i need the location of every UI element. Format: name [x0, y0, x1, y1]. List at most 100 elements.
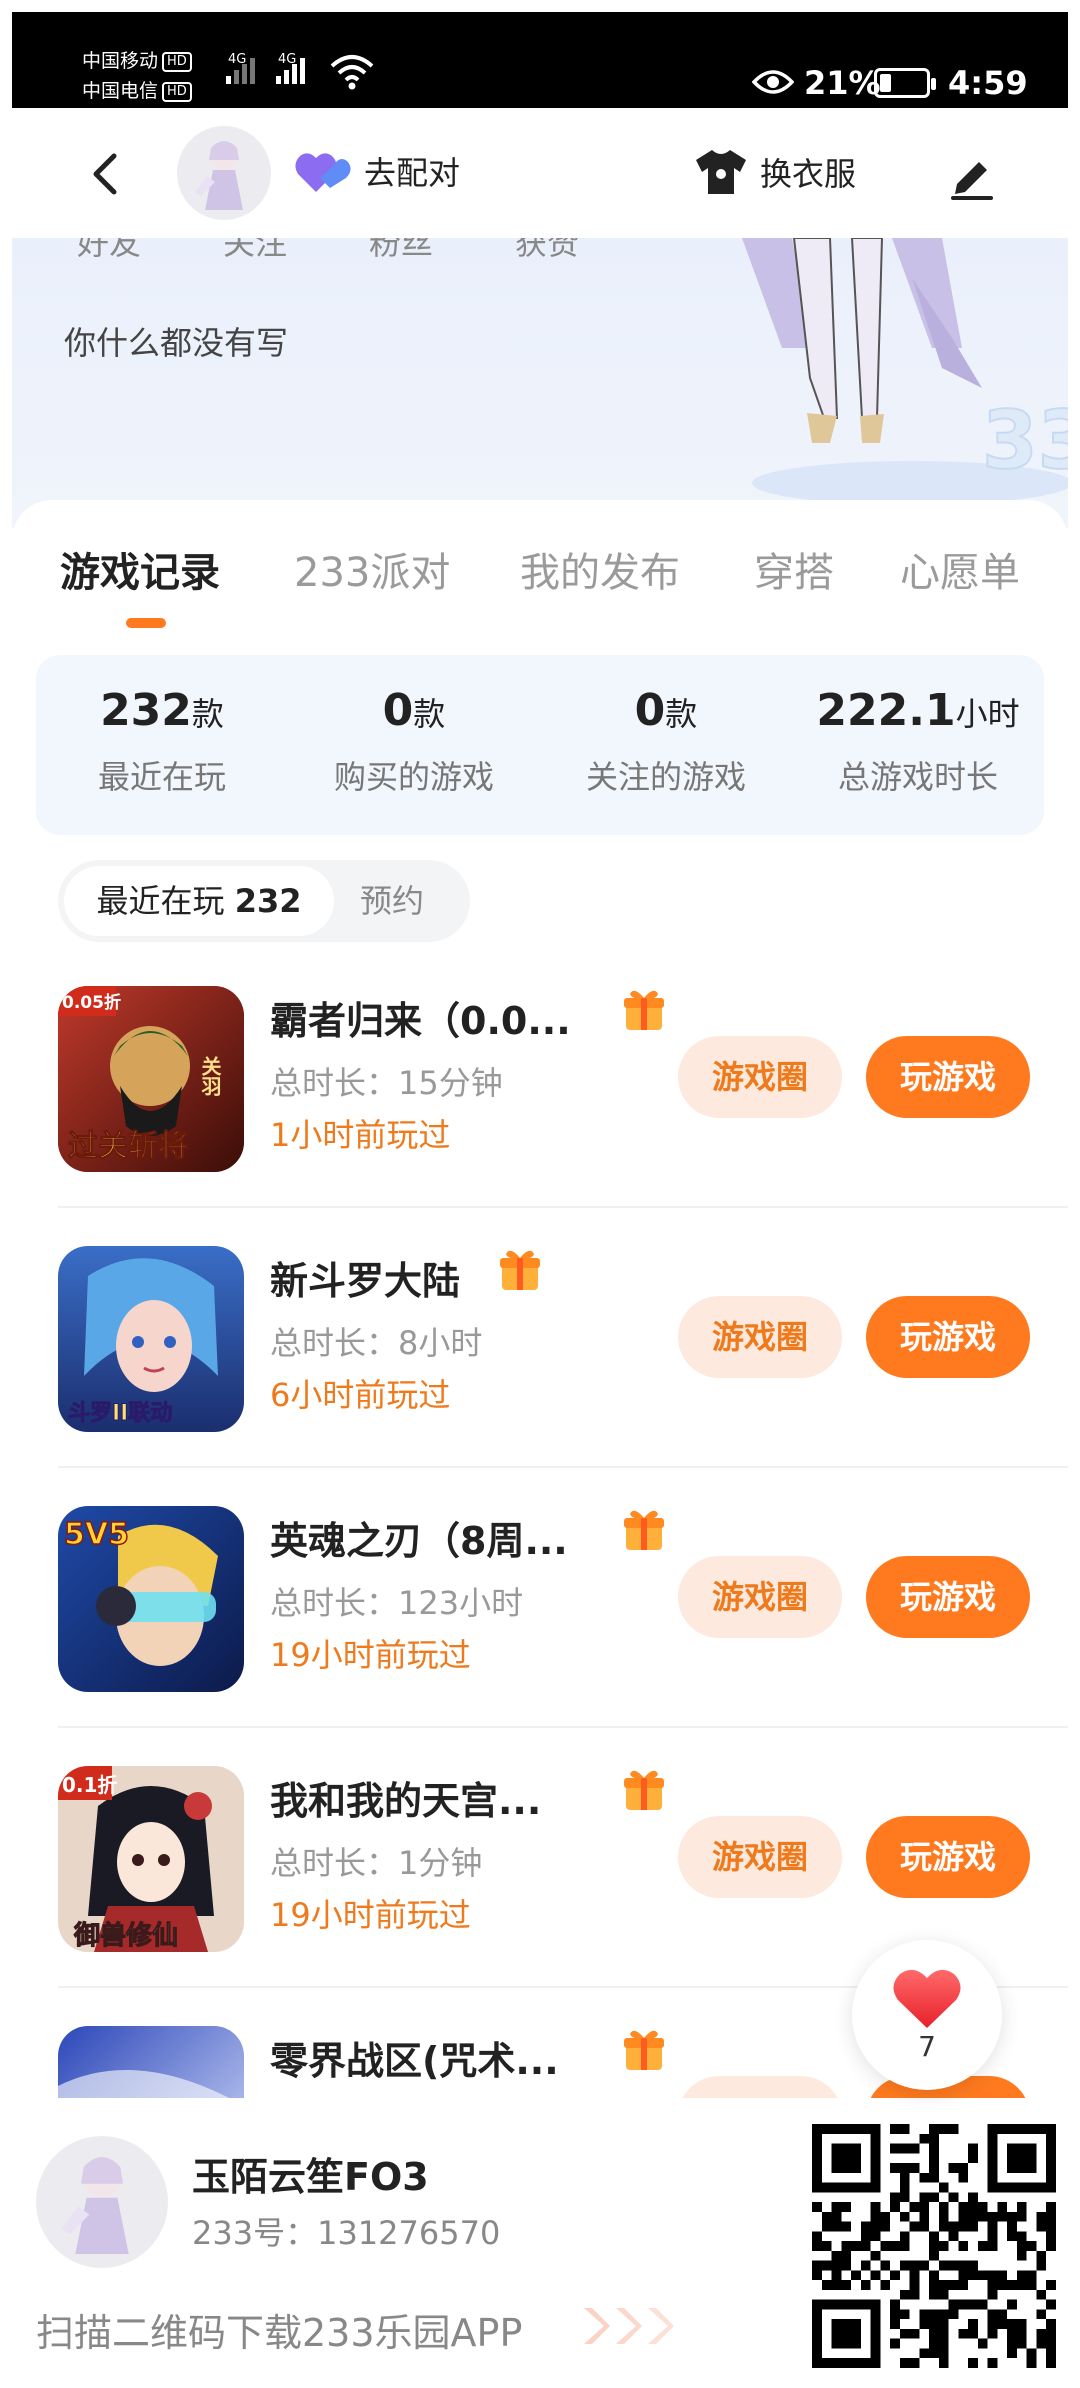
wifi-icon: [330, 55, 374, 90]
friends-label[interactable]: 好友: [77, 238, 141, 264]
qr-code: [812, 2124, 1056, 2368]
match-label: 去配对: [364, 154, 461, 192]
play-game-button[interactable]: 玩游戏: [866, 1556, 1030, 1638]
summary-unit: 款: [665, 695, 698, 733]
battery-fill: [880, 74, 891, 92]
avatar-image: [195, 141, 243, 210]
game-title[interactable]: 零界战区(咒术...: [270, 2030, 559, 2085]
summary-label: 购买的游戏: [333, 758, 494, 796]
game-list-item[interactable]: 5V5 英魂之刃（8周... 总时长：123小时 19小时前玩过 游戏圈 玩游戏: [58, 1468, 1068, 1728]
segment-recent-label: 最近在玩: [96, 882, 225, 920]
summary-number: 232: [100, 685, 192, 736]
game-title[interactable]: 我和我的天宫...: [270, 1770, 541, 1825]
change-outfit-button[interactable]: 换衣服: [694, 148, 856, 196]
scan-download-text: 扫描二维码下载233乐园APP: [36, 2311, 523, 2355]
hd-badge: HD: [162, 81, 192, 102]
double-heart-icon: [295, 153, 351, 192]
gift-icon[interactable]: [620, 1506, 668, 1554]
play-game-button[interactable]: 玩游戏: [866, 1296, 1030, 1378]
summary-followed[interactable]: 0款 关注的游戏: [540, 655, 792, 835]
summary-number: 0: [634, 685, 666, 736]
play-game-button[interactable]: 玩游戏: [866, 1036, 1030, 1118]
share-footer: 玉陌云笙FO3 233号：131276570 扫描二维码下载233乐园APP: [0, 2098, 1080, 2388]
match-button[interactable]: 去配对: [294, 148, 460, 194]
carrier-2: 中国电信: [82, 80, 159, 102]
svg-text:33: 33: [982, 394, 1068, 487]
gift-icon[interactable]: [620, 2026, 668, 2074]
status-bar: 中国移动 HD 中国电信 HD 4G 4G 21% 4:59: [12, 12, 1068, 108]
gift-icon[interactable]: [620, 1766, 668, 1814]
game-duration: 总时长：8小时: [270, 1324, 483, 1362]
game-icon-douluo[interactable]: 斗罗II联动: [58, 1246, 244, 1432]
like-floating-button[interactable]: 7: [852, 1940, 1002, 2090]
game-circle-button[interactable]: 游戏圈: [678, 1296, 842, 1378]
footer-user-id: 233号：131276570: [192, 2214, 501, 2252]
carrier-info: 中国移动 HD 中国电信 HD: [82, 46, 192, 106]
following-label[interactable]: 关注: [223, 238, 287, 264]
fans-label[interactable]: 粉丝: [369, 238, 433, 264]
icon-bottom-text: 斗罗II联动: [68, 1401, 172, 1426]
avatar-image: [61, 2157, 129, 2254]
summary-unit: 款: [191, 695, 224, 733]
signal-icon: [276, 56, 305, 84]
clock: 4:59: [948, 64, 1028, 102]
chevron-right-icon: [584, 2308, 610, 2344]
header-avatar[interactable]: [177, 126, 271, 220]
edit-pencil-icon[interactable]: [947, 150, 997, 200]
icon-badge: 5V5: [64, 1517, 129, 1552]
game-circle-button[interactable]: 游戏圈: [678, 1556, 842, 1638]
summary-label: 总游戏时长: [837, 758, 998, 796]
tab-233-party[interactable]: 233派对: [294, 540, 450, 598]
game-title[interactable]: 霸者归来（0.0...: [270, 990, 571, 1045]
game-icon-tiangong[interactable]: 0.1折 御兽修仙: [58, 1766, 244, 1952]
icon-side-text: 关羽: [198, 1055, 222, 1096]
carrier-1: 中国移动: [82, 50, 159, 72]
tab-wishlist[interactable]: 心愿单: [900, 540, 1020, 598]
gift-icon[interactable]: [496, 1246, 544, 1294]
signal-icon: [226, 56, 255, 84]
game-summary-card: 232款 最近在玩 0款 购买的游戏 0款 关注的游戏 222.1小时 总游戏时…: [36, 655, 1044, 835]
summary-total-time[interactable]: 222.1小时 总游戏时长: [792, 655, 1044, 835]
profile-bio: 你什么都没有写: [64, 324, 289, 362]
game-duration: 总时长：123小时: [270, 1584, 524, 1622]
game-list-item[interactable]: 0.05折 关羽 过关斩将 霸者归来（0.0... 总时长：15分钟 1小时前玩…: [58, 948, 1068, 1208]
summary-number: 222.1: [816, 685, 956, 736]
battery-percent: 21%: [804, 64, 881, 102]
summary-label: 最近在玩: [97, 758, 226, 796]
like-count: 7: [918, 2030, 936, 2063]
gift-icon[interactable]: [620, 986, 668, 1034]
likes-label[interactable]: 获赞: [515, 238, 579, 264]
heart-icon: [893, 1969, 961, 2028]
tab-active-indicator: [126, 618, 166, 628]
play-game-button[interactable]: 玩游戏: [866, 1816, 1030, 1898]
game-duration: 总时长：1分钟: [270, 1844, 483, 1882]
tab-game-records[interactable]: 游戏记录: [60, 540, 220, 598]
eye-comfort-icon: [752, 70, 794, 94]
avatar-figure-illustration: 33: [742, 238, 1068, 505]
game-icon-yinghun[interactable]: 5V5: [58, 1506, 244, 1692]
chevron-right-icon: [648, 2308, 674, 2344]
game-last-played: 6小时前玩过: [270, 1376, 451, 1414]
icon-badge: 0.1折: [62, 1773, 117, 1797]
tab-outfits[interactable]: 穿搭: [754, 540, 834, 598]
game-icon-bazhe[interactable]: 0.05折 关羽 过关斩将: [58, 986, 244, 1172]
segment-recent-count: 232: [234, 882, 302, 920]
game-title[interactable]: 英魂之刃（8周...: [270, 1510, 568, 1565]
segment-reserve[interactable]: 预约: [360, 866, 424, 936]
footer-avatar: [36, 2136, 168, 2268]
outfit-label: 换衣服: [760, 155, 857, 193]
summary-purchased[interactable]: 0款 购买的游戏: [288, 655, 540, 835]
game-list-item[interactable]: 斗罗II联动 新斗罗大陆 总时长：8小时 6小时前玩过 游戏圈 玩游戏: [58, 1208, 1068, 1468]
back-arrow-icon[interactable]: [82, 150, 130, 198]
chevron-right-icon: [616, 2308, 642, 2344]
list-filter-segment: 最近在玩 232 预约: [58, 860, 470, 942]
tab-bar: 游戏记录 233派对 我的发布 穿搭 心愿单: [12, 540, 1068, 620]
game-circle-button[interactable]: 游戏圈: [678, 1036, 842, 1118]
game-circle-button[interactable]: 游戏圈: [678, 1816, 842, 1898]
summary-recent[interactable]: 232款 最近在玩: [36, 655, 288, 835]
summary-label: 关注的游戏: [585, 758, 746, 796]
game-title[interactable]: 新斗罗大陆: [270, 1250, 460, 1305]
tab-my-posts[interactable]: 我的发布: [520, 540, 680, 598]
content-sheet: 游戏记录 233派对 我的发布 穿搭 心愿单 232款 最近在玩 0款 购买的游…: [12, 500, 1068, 2212]
segment-recent[interactable]: 最近在玩 232: [64, 866, 334, 936]
